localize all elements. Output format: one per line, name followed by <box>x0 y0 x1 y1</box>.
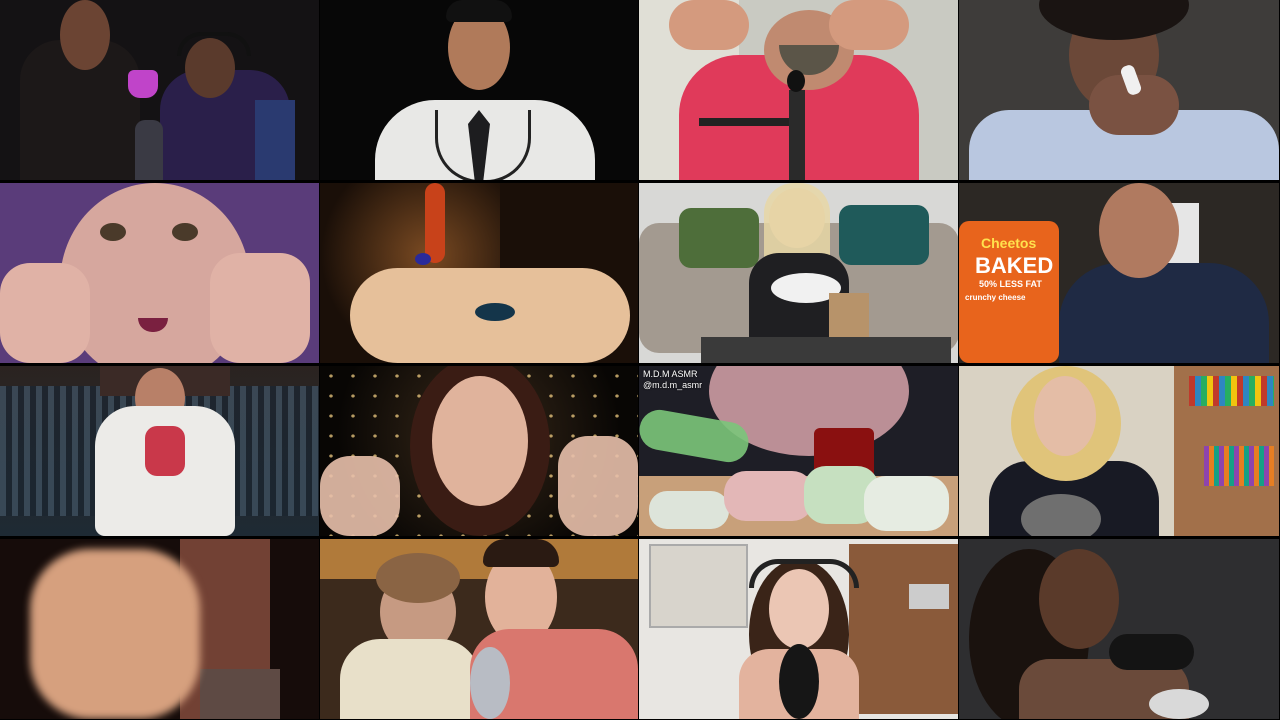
microphone-icon <box>779 644 819 719</box>
watermark-name: M.D.M ASMR <box>643 369 698 379</box>
microphone-icon <box>1149 689 1209 719</box>
headphones-icon <box>177 32 251 56</box>
ceiling-lamp-area <box>320 539 638 579</box>
green-pillow <box>679 208 759 268</box>
chips-flavor: crunchy cheese <box>965 293 1026 302</box>
stethoscope-icon <box>435 110 531 180</box>
left-hand <box>669 0 749 50</box>
right-hand <box>558 436 638 536</box>
tile-blue-nails-closeup <box>320 183 638 363</box>
tile-woman-long-nails <box>959 0 1279 180</box>
watermark-handle: @m.d.m_asmr <box>643 380 703 390</box>
blurred-hand <box>30 549 200 719</box>
right-eye <box>172 223 198 241</box>
framed-art <box>649 544 748 628</box>
grandma-hair <box>376 553 460 603</box>
tile-man-pulling-tape <box>639 0 958 180</box>
sweater <box>200 669 280 719</box>
left-hand <box>320 456 400 536</box>
game-controller-icon[interactable] <box>1109 634 1194 670</box>
pink-cup <box>128 70 158 98</box>
tile-woman-fairy-lights <box>320 366 638 536</box>
tile-two-men-pink-cup <box>0 0 319 180</box>
blue-nail <box>415 253 431 265</box>
cheetos-bag: Cheetos BAKED 50% LESS FAT crunchy chees… <box>959 221 1059 363</box>
earring <box>425 183 445 263</box>
hair <box>446 0 512 22</box>
chips-brand: Cheetos <box>981 235 1037 251</box>
tile-grandma-and-man <box>320 539 638 719</box>
microphone-icon <box>470 647 510 719</box>
grandma-vest <box>340 639 480 719</box>
microphone-icon <box>787 70 805 92</box>
left-eye <box>100 223 126 241</box>
tripod-stand <box>789 90 805 180</box>
roll-4 <box>864 476 949 531</box>
tile-blonde-fluffy-mic <box>959 366 1279 536</box>
roll-2 <box>724 471 814 521</box>
bald-head <box>1099 183 1179 278</box>
asmr-video-collage: Cheetos BAKED 50% LESS FAT crunchy chees… <box>0 0 1280 720</box>
face <box>1039 549 1119 649</box>
tile-woman-purple-light <box>0 183 319 363</box>
microwave <box>909 584 949 609</box>
tile-woman-on-couch <box>639 183 958 363</box>
right-hand <box>829 0 909 50</box>
right-hand <box>210 253 310 363</box>
chips-claim: 50% LESS FAT <box>979 279 1042 289</box>
red-gloves <box>145 426 185 476</box>
books-top <box>1189 376 1274 406</box>
tile-spring-rolls: M.D.M ASMR @m.d.m_asmr <box>639 366 958 536</box>
teal-pillow <box>839 205 929 265</box>
books-mid <box>1204 446 1274 486</box>
kitchen <box>849 544 958 714</box>
roll-1 <box>649 491 729 529</box>
fluffy-microphone <box>1021 494 1101 536</box>
tripod-arm <box>699 118 799 126</box>
tile-man-chips-bag: Cheetos BAKED 50% LESS FAT crunchy chees… <box>959 183 1279 363</box>
tile-woman-kitchen-mic <box>639 539 958 719</box>
tile-blurred-hand <box>0 539 319 719</box>
chips-product: BAKED <box>975 253 1054 278</box>
man-hair <box>483 539 559 567</box>
microphone-icon <box>135 120 163 180</box>
navy-shirt <box>1059 263 1269 363</box>
tile-doctor-stethoscope <box>320 0 638 180</box>
left-hand <box>0 263 90 363</box>
headphones-icon <box>749 559 859 588</box>
tray <box>701 337 951 363</box>
chair <box>255 100 295 180</box>
face <box>1034 376 1096 456</box>
teal-object <box>475 303 515 321</box>
face <box>432 376 528 506</box>
man-left-head <box>60 0 110 70</box>
tile-woman-game-controller <box>959 539 1279 719</box>
tile-man-white-hoodie <box>0 366 319 536</box>
